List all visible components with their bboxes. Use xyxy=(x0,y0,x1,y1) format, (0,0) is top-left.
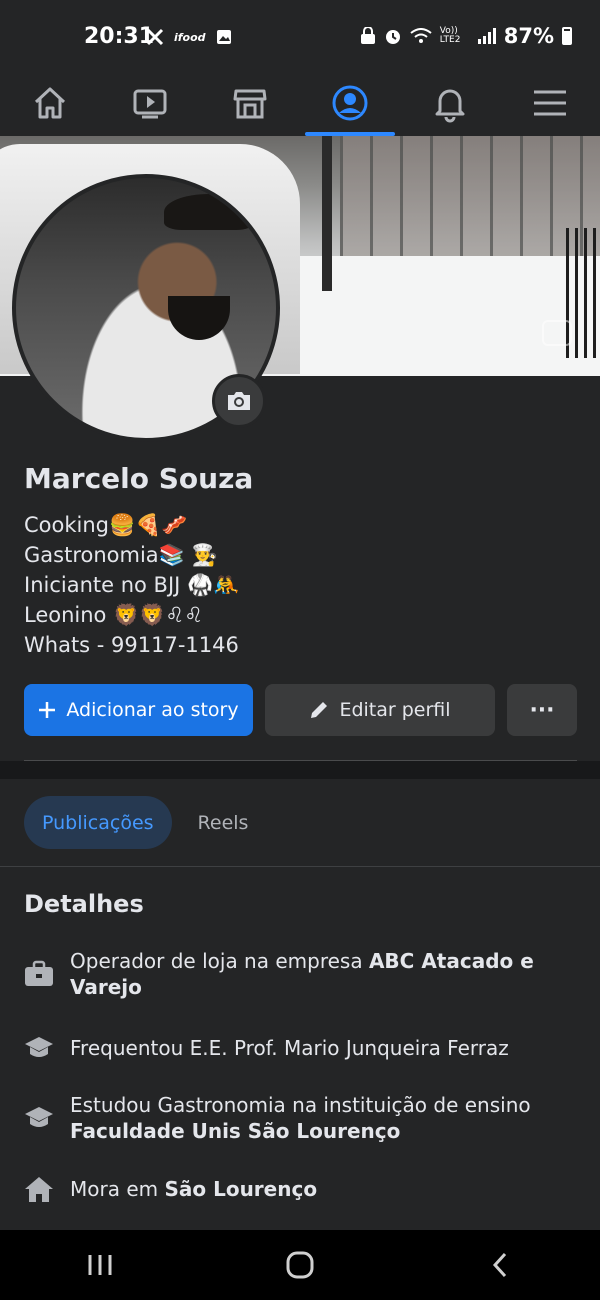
signal-icon xyxy=(477,28,496,44)
nav-watch[interactable] xyxy=(100,70,200,136)
add-story-label: Adicionar ao story xyxy=(66,699,239,721)
detail-study-text: Estudou Gastronomia na instituição de en… xyxy=(70,1092,564,1144)
avatar-hair xyxy=(164,194,254,230)
add-story-button[interactable]: Adicionar ao story xyxy=(24,684,253,736)
network-label: Vo)) LTE2 xyxy=(439,26,461,45)
detail-work-text: Operador de loja na empresa ABC Atacado … xyxy=(70,948,564,1000)
nav-menu[interactable] xyxy=(500,70,600,136)
store-icon xyxy=(233,89,267,119)
lock-icon xyxy=(360,27,375,44)
nav-notifications[interactable] xyxy=(400,70,500,136)
tab-posts[interactable]: Publicações xyxy=(24,796,172,849)
hamburger-menu-icon xyxy=(534,90,566,116)
nav-marketplace[interactable] xyxy=(200,70,300,136)
bio-line: Gastronomia📚 👨‍🍳 xyxy=(24,543,218,567)
recents-button[interactable] xyxy=(0,1230,200,1300)
battery-percent: 87% xyxy=(503,24,554,48)
status-bar: 20:31 ifood Vo)) LTE2 87% xyxy=(0,0,600,70)
home-button[interactable] xyxy=(200,1230,400,1300)
graduation-cap-icon xyxy=(24,1033,54,1063)
profile-bio: Cooking🍔🍕🥓 Gastronomia📚 👨‍🍳 Iniciante no… xyxy=(24,510,584,660)
plus-icon xyxy=(39,702,56,718)
house-icon xyxy=(24,1174,54,1204)
lives-city[interactable]: São Lourenço xyxy=(164,1177,317,1201)
briefcase-icon xyxy=(24,959,54,989)
nav-home[interactable] xyxy=(0,70,100,136)
bio-line: Whats - 99117-1146 xyxy=(24,633,239,657)
bio-line: Iniciante no BJJ 🥋🤼 xyxy=(24,573,240,597)
detail-school: Frequentou E.E. Prof. Mario Junqueira Fe… xyxy=(24,1033,564,1063)
avatar-beard xyxy=(168,296,230,340)
lives-prefix: Mora em xyxy=(70,1177,165,1201)
cover-pole xyxy=(322,136,332,291)
avatar-camera-button[interactable] xyxy=(212,374,266,428)
graduation-cap-icon xyxy=(24,1103,54,1133)
study-institution[interactable]: Faculdade Unis São Lourenço xyxy=(70,1119,400,1143)
study-prefix: Estudou Gastronomia na instituição de en… xyxy=(70,1093,531,1117)
nav-profile[interactable] xyxy=(300,70,400,136)
edit-profile-label: Editar perfil xyxy=(339,699,451,721)
bell-icon xyxy=(435,89,465,123)
cover-camera-icon[interactable] xyxy=(542,320,572,346)
image-icon xyxy=(216,30,231,44)
battery-icon xyxy=(562,27,572,45)
tab-reels[interactable]: Reels xyxy=(180,796,267,849)
detail-study: Estudou Gastronomia na instituição de en… xyxy=(24,1092,564,1144)
work-prefix: Operador de loja na empresa xyxy=(70,949,369,973)
divider xyxy=(0,866,600,867)
detail-work: Operador de loja na empresa ABC Atacado … xyxy=(24,948,564,1000)
edit-profile-button[interactable]: Editar perfil xyxy=(265,684,495,736)
details-title: Detalhes xyxy=(24,890,144,918)
detail-lives-text: Mora em São Lourenço xyxy=(70,1176,317,1202)
cover-fence xyxy=(340,136,600,256)
camera-icon xyxy=(228,392,250,410)
tools-icon xyxy=(146,28,164,46)
profile-icon xyxy=(332,85,368,121)
system-nav-bar xyxy=(0,1230,600,1300)
home-icon xyxy=(34,87,66,119)
back-button[interactable] xyxy=(400,1230,600,1300)
back-chevron-icon xyxy=(492,1252,507,1278)
detail-school-text: Frequentou E.E. Prof. Mario Junqueira Fe… xyxy=(70,1036,509,1060)
bio-line: Leonino 🦁🦁♌♌ xyxy=(24,603,204,627)
bio-line: Cooking🍔🍕🥓 xyxy=(24,513,188,537)
video-icon xyxy=(133,89,167,119)
profile-name: Marcelo Souza xyxy=(24,462,254,495)
pencil-icon xyxy=(311,702,328,718)
detail-lives: Mora em São Lourenço xyxy=(24,1174,564,1204)
home-circle-icon xyxy=(286,1251,314,1279)
top-nav xyxy=(0,70,600,136)
more-options-button[interactable]: ··· xyxy=(507,684,577,736)
profile-tabs: Publicações Reels xyxy=(24,796,266,849)
recents-icon xyxy=(88,1255,112,1275)
section-separator xyxy=(0,761,600,779)
more-icon: ··· xyxy=(529,697,555,723)
status-right: Vo)) LTE2 87% xyxy=(360,24,572,48)
alarm-icon xyxy=(385,30,400,44)
ifood-icon: ifood xyxy=(174,30,206,44)
status-left-icons: ifood xyxy=(146,28,232,46)
wifi-icon xyxy=(410,28,432,43)
status-time: 20:31 xyxy=(84,24,155,49)
profile-actions: Adicionar ao story Editar perfil ··· xyxy=(24,684,577,736)
